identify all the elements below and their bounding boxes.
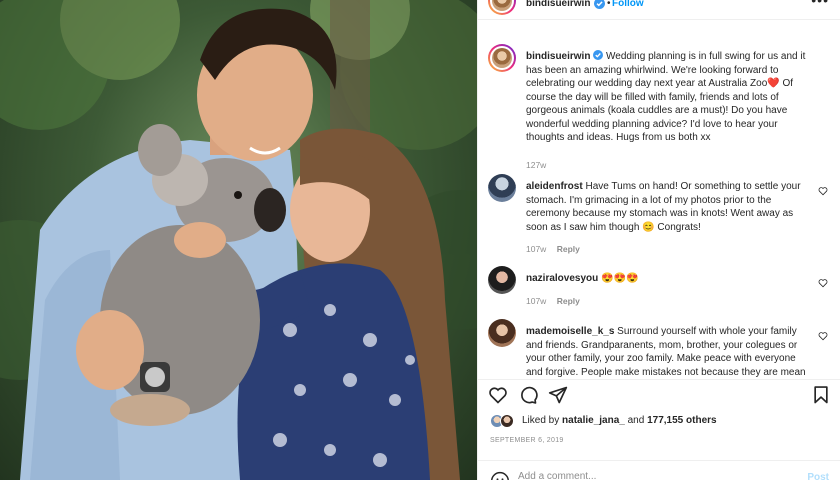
post-side-panel: bindisueirwin • Follow ••• bindisueirwin… bbox=[477, 0, 840, 480]
likes-prefix: Liked by bbox=[522, 415, 560, 426]
smiley-icon[interactable] bbox=[490, 471, 510, 480]
comment-timestamp[interactable]: 107w bbox=[526, 296, 546, 306]
reply-button[interactable]: Reply bbox=[557, 296, 580, 306]
liker-username[interactable]: natalie_jana_ bbox=[562, 415, 625, 426]
post-comment-button[interactable]: Post bbox=[807, 472, 829, 480]
caption-timestamp[interactable]: 127w bbox=[526, 160, 546, 170]
caption-username[interactable]: bindisueirwin bbox=[526, 51, 590, 62]
author-avatar[interactable] bbox=[488, 0, 516, 15]
commenter-username[interactable]: aleidenfrost bbox=[526, 181, 583, 192]
post-action-bar bbox=[478, 379, 840, 409]
caption-text: Wedding planning is in full swing for us… bbox=[526, 51, 806, 143]
author-username[interactable]: bindisueirwin bbox=[526, 0, 590, 9]
likes-count-link[interactable]: 177,155 others bbox=[647, 415, 717, 426]
post-caption: bindisueirwin Wedding planning is in ful… bbox=[488, 44, 828, 170]
likes-joiner: and bbox=[627, 415, 645, 426]
comment-item: aleidenfrost Have Tums on hand! Or somet… bbox=[488, 174, 828, 254]
comment-icon[interactable] bbox=[518, 385, 538, 405]
comment-text: 😍😍😍 bbox=[601, 273, 639, 284]
commenter-avatar[interactable] bbox=[488, 174, 516, 202]
liker-avatar bbox=[500, 414, 514, 428]
commenter-username[interactable]: mademoiselle_k_s bbox=[526, 326, 614, 337]
reply-button[interactable]: Reply bbox=[557, 244, 580, 254]
commenter-avatar[interactable] bbox=[488, 266, 516, 294]
commenter-username[interactable]: naziralovesyou bbox=[526, 273, 598, 284]
comment-input[interactable] bbox=[518, 471, 788, 480]
follow-button[interactable]: Follow bbox=[612, 0, 644, 9]
comment-timestamp[interactable]: 107w bbox=[526, 244, 546, 254]
comment-like-heart-icon[interactable] bbox=[818, 331, 828, 341]
paper-plane-icon[interactable] bbox=[548, 385, 568, 405]
comment-like-heart-icon[interactable] bbox=[818, 278, 828, 288]
caption-author-avatar[interactable] bbox=[488, 44, 516, 72]
likes-text: Liked by natalie_jana_ and 177,155 other… bbox=[522, 415, 717, 426]
verified-badge-icon bbox=[593, 50, 604, 60]
couple-with-koala-image bbox=[0, 0, 477, 480]
post-photo[interactable] bbox=[0, 0, 477, 480]
comment-meta: 107w Reply bbox=[526, 295, 812, 309]
caption-meta: 127w bbox=[526, 159, 812, 173]
more-options-icon[interactable]: ••• bbox=[811, 0, 829, 8]
comments-list[interactable]: bindisueirwin Wedding planning is in ful… bbox=[478, 34, 840, 379]
add-comment-bar: Post bbox=[478, 460, 840, 480]
commenter-avatar[interactable] bbox=[488, 319, 516, 347]
comment-item: naziralovesyou 😍😍😍 107w Reply bbox=[488, 266, 828, 310]
header-separator: • bbox=[607, 0, 611, 9]
post-date[interactable]: SEPTEMBER 6, 2019 bbox=[490, 437, 564, 444]
comment-item: mademoiselle_k_s Surround yourself with … bbox=[488, 319, 828, 379]
liker-avatars bbox=[490, 413, 518, 429]
post-header: bindisueirwin • Follow ••• bbox=[478, 0, 840, 20]
heart-icon[interactable] bbox=[488, 385, 508, 405]
comment-meta: 107w Reply bbox=[526, 243, 812, 257]
bookmark-icon[interactable] bbox=[811, 385, 831, 405]
verified-badge-icon bbox=[594, 0, 605, 9]
comment-like-heart-icon[interactable] bbox=[818, 186, 828, 196]
